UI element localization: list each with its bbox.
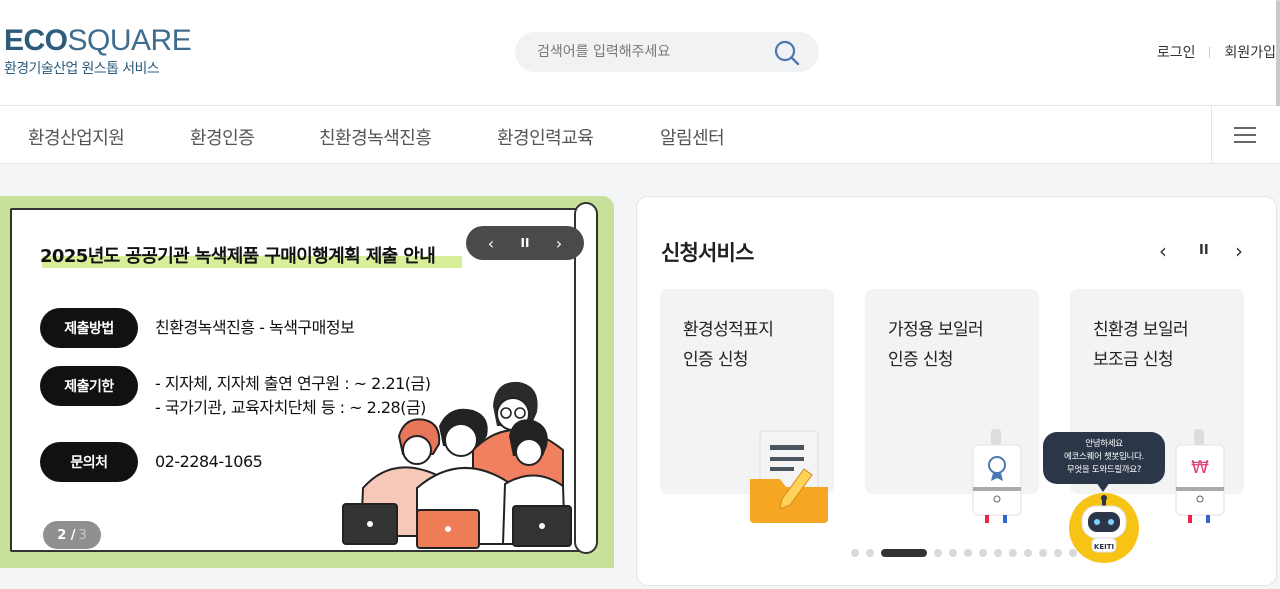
services-pagination bbox=[851, 549, 1092, 557]
page-dot[interactable] bbox=[1054, 549, 1062, 557]
header: ECOSQUARE 환경기술산업 원스톱 서비스 로그인 회원가입 bbox=[0, 0, 1280, 106]
banner-pager: 2 /3 bbox=[43, 521, 101, 549]
banner-title: 2025년도 공공기관 녹색제품 구매이행계획 제출 안내 bbox=[40, 246, 436, 267]
nav-item-notice-center[interactable]: 알림센터 bbox=[660, 124, 725, 150]
page-dot[interactable] bbox=[979, 549, 987, 557]
login-link[interactable]: 로그인 bbox=[1157, 42, 1196, 62]
services-title: 신청서비스 bbox=[661, 241, 754, 265]
service-card-home-boiler[interactable]: 가정용 보일러 인증 신청 bbox=[865, 289, 1039, 523]
boiler-won-icon: ₩ bbox=[1175, 429, 1225, 523]
page-dot[interactable] bbox=[1024, 549, 1032, 557]
banner-prev-button[interactable]: ‹ bbox=[479, 234, 503, 253]
page-dot[interactable] bbox=[1009, 549, 1017, 557]
nav-item-industry-support[interactable]: 환경산업지원 bbox=[28, 124, 125, 150]
search-icon[interactable] bbox=[773, 39, 801, 67]
divider bbox=[1209, 46, 1211, 58]
signup-link[interactable]: 회원가입 bbox=[1224, 42, 1276, 62]
services-next-button[interactable]: › bbox=[1235, 239, 1243, 263]
robot-icon: KEITI bbox=[1069, 493, 1139, 563]
banner-pause-button[interactable]: II bbox=[513, 236, 537, 250]
banner-next-button[interactable]: › bbox=[547, 234, 571, 253]
page-dot[interactable] bbox=[934, 549, 942, 557]
logo-tagline: 환경기술산업 원스톱 서비스 bbox=[4, 61, 160, 77]
services-prev-button[interactable]: ‹ bbox=[1159, 239, 1167, 263]
chatbot-greeting-bubble[interactable]: 안녕하세요 에코스퀘어 챗봇입니다. 무엇을 도와드릴까요? bbox=[1043, 432, 1165, 484]
search-bar bbox=[515, 32, 819, 72]
robot-badge: KEITI bbox=[1094, 543, 1114, 551]
logo-word-square: SQUARE bbox=[67, 24, 192, 57]
page-dot[interactable] bbox=[866, 549, 874, 557]
utility-links: 로그인 회원가입 bbox=[1157, 42, 1276, 62]
students-illustration bbox=[342, 381, 572, 549]
page-dot[interactable] bbox=[949, 549, 957, 557]
bubble-tail bbox=[1096, 482, 1110, 492]
nav-item-green-promotion[interactable]: 친환경녹색진흥 bbox=[319, 124, 432, 150]
search-input[interactable] bbox=[537, 41, 767, 63]
page-dot[interactable] bbox=[851, 549, 859, 557]
page-dot-active[interactable] bbox=[881, 549, 927, 557]
label-contact: 문의처 bbox=[40, 442, 138, 482]
info-contact: 02-2284-1065 bbox=[155, 452, 263, 471]
label-deadline: 제출기한 bbox=[40, 366, 138, 406]
ecosquare-logo[interactable]: ECOSQUARE 환경기술산업 원스톱 서비스 bbox=[4, 24, 192, 78]
boiler-certificate-icon bbox=[972, 429, 1022, 523]
banner-controls: ‹ II › bbox=[466, 226, 584, 260]
services-pause-button[interactable]: II bbox=[1199, 243, 1209, 258]
services-panel: 신청서비스 ‹ II › 환경성적표지 인증 신청 가정용 보일러 인증 신청 친환… bbox=[636, 196, 1277, 586]
label-submit-method: 제출방법 bbox=[40, 308, 138, 348]
nav-item-certification[interactable]: 환경인증 bbox=[190, 124, 255, 150]
nav-item-education[interactable]: 환경인력교육 bbox=[497, 124, 594, 150]
page-dot[interactable] bbox=[1039, 549, 1047, 557]
logo-word-eco: ECO bbox=[4, 24, 68, 57]
chatbot-robot-button[interactable]: KEITI bbox=[1068, 492, 1140, 564]
info-submit-method: 친환경녹색진흥 - 녹색구매정보 bbox=[155, 318, 355, 337]
hamburger-icon[interactable] bbox=[1211, 106, 1277, 164]
service-card-eco-label[interactable]: 환경성적표지 인증 신청 bbox=[660, 289, 834, 523]
main-nav: 환경산업지원 환경인증 친환경녹색진흥 환경인력교육 알림센터 bbox=[0, 106, 1280, 164]
page-dot[interactable] bbox=[964, 549, 972, 557]
document-pencil-icon bbox=[750, 430, 828, 523]
svg-text:₩: ₩ bbox=[1191, 457, 1209, 478]
page-dot[interactable] bbox=[994, 549, 1002, 557]
